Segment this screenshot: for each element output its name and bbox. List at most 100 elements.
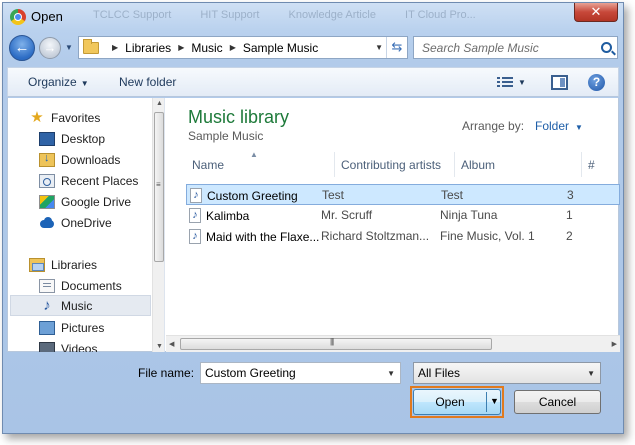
track-number-cell: 3 [567, 188, 574, 202]
file-name: Custom Greeting [207, 188, 298, 203]
breadcrumb-sample-music[interactable]: Sample Music [243, 41, 318, 55]
file-name: Maid with the Flaxe... [206, 229, 320, 244]
address-dropdown-icon[interactable]: ▼ [375, 43, 383, 52]
file-name-field[interactable]: Custom Greeting ▼ [200, 362, 401, 384]
new-folder-button[interactable]: New folder [119, 75, 176, 89]
view-options-chevron-icon[interactable]: ▼ [518, 78, 526, 87]
address-bar[interactable]: ▶ Libraries ▶ Music ▶ Sample Music ▼ ⇆ [78, 36, 408, 59]
sidebar-item-onedrive[interactable]: OneDrive [39, 212, 164, 233]
audio-file-icon: ♪ [189, 208, 201, 223]
close-button[interactable]: ✕ [574, 3, 618, 22]
file-row[interactable]: ♪ Custom Greeting Test Test 3 [186, 184, 620, 205]
sidebar-item-music[interactable]: ♪ Music [10, 295, 151, 316]
downloads-folder-icon [39, 152, 55, 167]
file-type-select[interactable]: All Files ▼ [413, 362, 601, 384]
open-options-chevron-icon[interactable]: ▼ [490, 396, 499, 406]
desktop-icon [39, 131, 55, 146]
file-row[interactable]: ♪ Kalimba Mr. Scruff Ninja Tuna 1 [186, 205, 620, 226]
chrome-icon [10, 9, 26, 25]
sidebar-item-label: Downloads [61, 152, 121, 167]
content-area: ★ Favorites Desktop Downloads Recent Pla… [7, 98, 620, 352]
sidebar-item-pictures[interactable]: Pictures [39, 317, 164, 338]
sidebar-item-desktop[interactable]: Desktop [39, 128, 164, 149]
sidebar-item-label: Music [61, 298, 93, 313]
background-tab: IT Cloud Pro... [405, 9, 476, 21]
recent-places-icon [39, 173, 55, 188]
open-button[interactable]: Open ▼ [413, 389, 501, 415]
artist-cell: Test [322, 188, 345, 202]
command-toolbar: Organize ▼ New folder ▼ ? [7, 67, 619, 97]
column-header-name[interactable]: Name [186, 152, 335, 177]
sidebar-scrollbar[interactable]: ▲ ≡ ▼ [152, 98, 164, 352]
open-button-label: Open [435, 395, 465, 409]
background-tab: Knowledge Article [288, 9, 376, 21]
column-header-album[interactable]: Album [455, 152, 582, 177]
sidebar-item-videos[interactable]: Videos [39, 338, 164, 353]
dialog-title: Open [31, 9, 63, 24]
google-drive-icon [39, 194, 55, 209]
arrow-right-icon: → [43, 40, 57, 55]
sidebar-item-downloads[interactable]: Downloads [39, 149, 164, 170]
search-input[interactable]: Search Sample Music [413, 36, 618, 59]
sidebar-item-label: Favorites [51, 110, 101, 125]
refresh-icon[interactable]: ⇆ [386, 37, 407, 58]
search-icon[interactable] [601, 42, 612, 53]
help-button[interactable]: ? [588, 74, 605, 91]
sidebar-item-label: Documents [61, 278, 122, 293]
sidebar-item-google-drive[interactable]: Google Drive [39, 191, 164, 212]
breadcrumb-chevron-icon[interactable]: ▶ [112, 43, 118, 52]
cancel-button[interactable]: Cancel [514, 390, 601, 414]
sidebar-item-recent-places[interactable]: Recent Places [39, 170, 164, 191]
arrange-by-dropdown[interactable]: Folder ▼ [535, 119, 583, 133]
breadcrumb-music[interactable]: Music [191, 41, 222, 55]
library-title: Music library [188, 107, 290, 127]
breadcrumb-libraries[interactable]: Libraries [125, 41, 171, 55]
grip-icon: ≡ [156, 180, 161, 189]
chevron-down-icon: ▼ [575, 123, 583, 132]
sidebar-item-libraries[interactable]: Libraries [29, 254, 164, 275]
artist-cell: Mr. Scruff [321, 208, 373, 222]
back-button[interactable]: ← [9, 35, 35, 61]
sidebar-item-favorites[interactable]: ★ Favorites [29, 107, 164, 128]
scrollbar-thumb[interactable] [180, 338, 492, 350]
artist-cell: Richard Stoltzman... [321, 229, 430, 243]
background-tabs: TCLCC Support HIT Support Knowledge Arti… [93, 9, 502, 21]
title-bar: Open TCLCC Support HIT Support Knowledge… [3, 3, 623, 31]
organize-button[interactable]: Organize ▼ [28, 75, 89, 89]
sidebar-item-label: OneDrive [61, 215, 112, 230]
sidebar-item-documents[interactable]: Documents [39, 275, 164, 296]
change-view-icon[interactable] [497, 75, 513, 89]
track-number-cell: 2 [566, 229, 573, 243]
forward-button[interactable]: → [39, 37, 61, 59]
background-tab: HIT Support [200, 9, 260, 21]
split-divider [486, 392, 487, 412]
breadcrumb-chevron-icon[interactable]: ▶ [178, 43, 184, 52]
documents-icon [39, 278, 55, 293]
preview-pane-icon[interactable] [551, 75, 568, 90]
chevron-down-icon[interactable]: ▼ [387, 369, 395, 378]
horizontal-scrollbar[interactable]: ◀ ||| ▶ [166, 335, 620, 352]
chevron-down-icon: ▼ [80, 79, 89, 88]
scroll-up-icon[interactable]: ▲ [156, 100, 163, 107]
column-header-track-number[interactable]: # [582, 152, 620, 177]
background-tab: TCLCC Support [93, 9, 172, 21]
search-placeholder: Search Sample Music [422, 41, 539, 55]
scroll-down-icon[interactable]: ▼ [156, 343, 163, 350]
navigation-bar: ← → ▼ ▶ Libraries ▶ Music ▶ Sample Music… [3, 33, 623, 63]
column-header-artists[interactable]: Contributing artists [335, 152, 455, 177]
breadcrumb-chevron-icon[interactable]: ▶ [230, 43, 236, 52]
album-cell: Ninja Tuna [440, 208, 498, 222]
navigation-pane: ★ Favorites Desktop Downloads Recent Pla… [8, 98, 165, 352]
sidebar-item-label: Videos [61, 341, 98, 353]
scroll-left-icon[interactable]: ◀ [169, 340, 174, 348]
file-row[interactable]: ♪ Maid with the Flaxe... Richard Stoltzm… [186, 226, 620, 247]
scroll-right-icon[interactable]: ▶ [612, 340, 617, 348]
folder-icon [83, 38, 99, 54]
chevron-down-icon: ▼ [587, 369, 595, 378]
recent-locations-chevron-icon[interactable]: ▼ [65, 43, 73, 52]
onedrive-icon [39, 216, 55, 230]
file-name-cell: ♪ Custom Greeting [190, 188, 330, 203]
file-name-label: File name: [138, 366, 195, 380]
album-cell: Test [441, 188, 464, 202]
sidebar-item-label: Pictures [61, 320, 105, 335]
